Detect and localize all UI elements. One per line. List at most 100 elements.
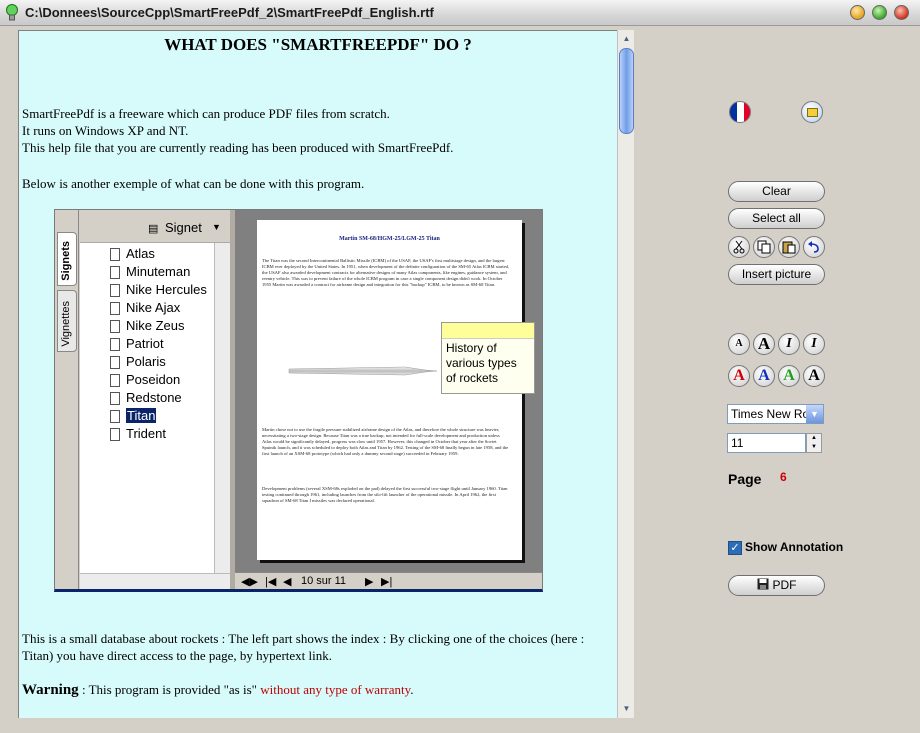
lightbulb-icon [6, 4, 18, 21]
window-title: C:\Donnees\SourceCpp\SmartFreePdf_2\Smar… [25, 5, 434, 20]
hand-tool-icon: ◀▶ [241, 576, 258, 588]
page-icon [110, 284, 120, 297]
page-navigation: ◀▶ |◀ ◀ 10 sur 11 ▶ ▶| [235, 572, 542, 589]
warning-word: Warning [22, 682, 79, 698]
last-page-icon: ▶| [381, 576, 393, 588]
list-item: Patriot [110, 336, 207, 354]
embedded-screenshot: Signets Vignettes ▤ Signet ▼ Atlas Minut… [54, 209, 543, 592]
signet-label: Signet [165, 220, 202, 235]
scroll-thumb[interactable] [619, 48, 634, 134]
italic-bold-button[interactable]: I [803, 333, 825, 355]
title-bar: C:\Donnees\SourceCpp\SmartFreePdf_2\Smar… [0, 0, 920, 26]
font-size-input[interactable]: 11 [727, 433, 806, 453]
close-button[interactable] [894, 5, 909, 20]
tab-vignettes: Vignettes [57, 290, 77, 352]
select-all-button[interactable]: Select all [728, 208, 825, 229]
page-icon [110, 338, 120, 351]
list-item: Polaris [110, 354, 207, 372]
list-item: Redstone [110, 390, 207, 408]
font-name-select[interactable]: Times New Ro ▼ [727, 404, 824, 424]
pdf-button[interactable]: PDF [728, 575, 825, 596]
first-page-icon: |◀ [265, 576, 277, 588]
annotation-note: History of various types of rockets [441, 322, 535, 394]
pdf-label: PDF [772, 578, 797, 592]
page-icon [110, 266, 120, 279]
bookmark-list: Atlas Minuteman Nike Hercules Nike Ajax … [110, 246, 207, 444]
page-icon [110, 410, 120, 423]
maximize-button[interactable] [872, 5, 887, 20]
list-item: Minuteman [110, 264, 207, 282]
scroll-up-icon[interactable]: ▲ [619, 31, 634, 46]
page-icon [110, 248, 120, 261]
font-bigger-button[interactable]: A [753, 333, 775, 355]
tab-signets: Signets [57, 232, 77, 286]
page-icon [110, 428, 120, 441]
font-smaller-button[interactable]: A [728, 333, 750, 355]
list-item: Trident [110, 426, 207, 444]
next-page-icon: ▶ [365, 576, 374, 588]
page-label: Page [728, 471, 762, 487]
color-black-button[interactable]: A [803, 365, 825, 387]
checkmark-icon[interactable]: ✓ [728, 540, 742, 555]
bookmark-index: ▤ Signet ▼ Atlas Minuteman Nike Hercules… [80, 210, 230, 589]
show-annotation-label: Show Annotation [745, 540, 844, 554]
intro-line: It runs on Windows XP and NT. [22, 123, 189, 138]
page-text: Development problems (several XSM-68s ex… [262, 486, 508, 503]
font-name-value: Times New Ro [731, 407, 810, 421]
paste-icon[interactable] [778, 236, 800, 258]
list-item-selected: Titan [110, 408, 207, 426]
bookmark-icon: ▤ [148, 223, 159, 235]
intro-line: This help file that you are currently re… [22, 140, 454, 155]
spin-up-icon[interactable]: ▲ [807, 434, 821, 443]
prev-page-icon: ◀ [283, 576, 292, 588]
list-item: Atlas [110, 246, 207, 264]
page-icon [110, 374, 120, 387]
open-folder-icon[interactable] [801, 101, 823, 123]
index-vertical-scrollbar [214, 243, 230, 573]
list-item: Nike Hercules [110, 282, 207, 300]
rocket-image [288, 366, 437, 376]
save-disk-icon [757, 578, 768, 590]
below-paragraph: Below is another exemple of what can be … [22, 176, 365, 191]
minimize-button[interactable] [850, 5, 865, 20]
french-flag-icon[interactable] [729, 101, 751, 123]
show-annotation-checkbox[interactable]: ✓ Show Annotation [728, 540, 843, 555]
cut-icon[interactable] [728, 236, 750, 258]
dropdown-arrow-icon: ▼ [212, 222, 221, 232]
insert-picture-button[interactable]: Insert picture [728, 264, 825, 285]
page-counter: 10 sur 11 [301, 575, 347, 587]
document-area[interactable]: WHAT DOES "SMARTFREEPDF" DO ? SmartFreeP… [18, 30, 617, 718]
warning-text: : This program is provided "as is" [78, 682, 261, 697]
color-blue-button[interactable]: A [753, 365, 775, 387]
font-size-spinner[interactable]: ▲ ▼ [806, 433, 822, 453]
page-icon [110, 302, 120, 315]
page-icon [110, 320, 120, 333]
database-paragraph: This is a small database about rockets :… [22, 631, 585, 663]
spin-down-icon[interactable]: ▼ [807, 443, 821, 452]
page-number: 6 [780, 470, 787, 484]
index-horizontal-scrollbar [80, 573, 230, 589]
page-title: Martin SM-68/HGM-25/LGM-25 Titan [339, 236, 440, 242]
italic-button[interactable]: I [778, 333, 800, 355]
page-icon [110, 356, 120, 369]
page-text: Martin chose not to use the fragile pres… [262, 427, 509, 456]
copy-icon[interactable] [753, 236, 775, 258]
page-text: The Titan was the second Intercontinenta… [262, 258, 510, 287]
warning-paragraph: Warning : This program is provided "as i… [22, 681, 414, 699]
warning-end: . [410, 682, 414, 697]
scroll-down-icon[interactable]: ▼ [619, 701, 634, 716]
color-red-button[interactable]: A [728, 365, 750, 387]
signet-header: ▤ Signet ▼ [80, 210, 230, 243]
intro-paragraph: SmartFreePdf is a freeware which can pro… [22, 105, 453, 156]
color-green-button[interactable]: A [778, 365, 800, 387]
page-view: Martin SM-68/HGM-25/LGM-25 Titan The Tit… [235, 210, 542, 572]
document-heading: WHAT DOES "SMARTFREEPDF" DO ? [164, 35, 472, 54]
document-scrollbar[interactable]: ▲ ▼ [617, 30, 634, 718]
intro-line: SmartFreePdf is a freeware which can pro… [22, 106, 390, 121]
vertical-tabs: Signets Vignettes [55, 210, 79, 589]
undo-icon[interactable] [803, 236, 825, 258]
list-item: Poseidon [110, 372, 207, 390]
clear-button[interactable]: Clear [728, 181, 825, 202]
annotation-text: History of various types of rockets [446, 341, 517, 385]
dropdown-arrow-icon[interactable]: ▼ [806, 405, 823, 423]
